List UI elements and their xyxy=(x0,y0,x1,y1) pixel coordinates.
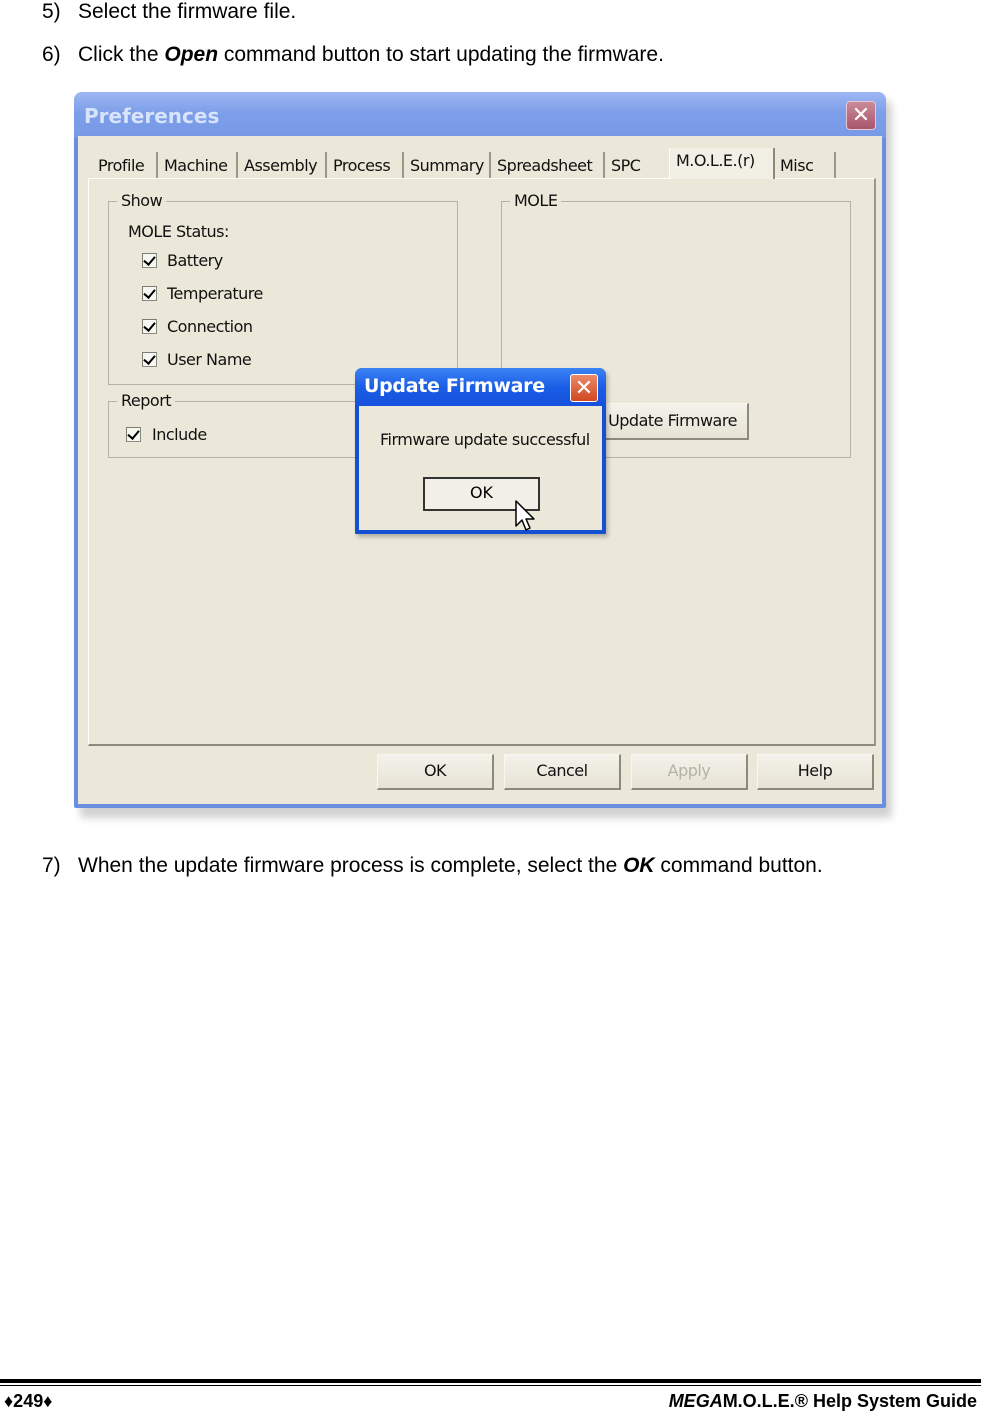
tab-mole[interactable]: M.O.L.E.(r) xyxy=(669,148,775,179)
tab-misc[interactable]: Misc xyxy=(774,152,836,178)
ok-button[interactable]: OK xyxy=(377,754,494,790)
battery-checkbox[interactable] xyxy=(142,253,157,268)
preferences-title: Preferences xyxy=(84,104,220,128)
connection-checkbox[interactable] xyxy=(142,319,157,334)
step-emphasis-open: Open xyxy=(164,43,219,66)
show-group: Show MOLE Status: Battery Temperature Co… xyxy=(108,191,458,385)
guide-title-rest: M.O.L.E.® Help System Guide xyxy=(722,1391,977,1411)
step-emphasis-ok: OK xyxy=(623,854,655,877)
step-text: Click the xyxy=(78,43,165,66)
connection-label[interactable]: Connection xyxy=(167,317,253,336)
include-checkbox[interactable] xyxy=(126,427,141,442)
step-text: Select the firmware file. xyxy=(78,0,297,23)
screenshot-figure: Preferences ✕ Profile Machine Assembly P… xyxy=(74,92,892,818)
step-5: 5) Select the firmware file. xyxy=(42,0,296,24)
step-text-after: command button to start updating the fir… xyxy=(218,43,664,66)
page-number: ♦249♦ xyxy=(4,1391,53,1411)
step-7: 7) When the update firmware process is co… xyxy=(42,854,823,878)
mole-group-label: MOLE xyxy=(510,191,562,210)
dialog-titlebar[interactable]: Update Firmware ✕ xyxy=(355,368,606,406)
step-6: 6) Click the Open command button to start… xyxy=(42,43,664,67)
report-group-label: Report xyxy=(117,391,176,410)
guide-title: MEGAM.O.L.E.® Help System Guide xyxy=(669,1391,977,1412)
step-number: 6) xyxy=(42,43,61,66)
user-name-label[interactable]: User Name xyxy=(167,350,252,369)
footer-rule-thick xyxy=(0,1379,981,1383)
show-group-label: Show xyxy=(117,191,167,210)
tab-assembly[interactable]: Assembly xyxy=(238,152,327,178)
help-button[interactable]: Help xyxy=(757,754,874,790)
temperature-checkbox[interactable] xyxy=(142,286,157,301)
mouse-pointer-icon xyxy=(515,500,535,531)
battery-label[interactable]: Battery xyxy=(167,251,223,270)
close-icon[interactable]: ✕ xyxy=(570,374,598,402)
include-label[interactable]: Include xyxy=(152,425,207,444)
mole-status-label: MOLE Status: xyxy=(128,222,229,241)
temperature-label[interactable]: Temperature xyxy=(167,284,263,303)
footer-rule-thin xyxy=(0,1385,981,1386)
tab-machine[interactable]: Machine xyxy=(158,152,238,178)
apply-button[interactable]: Apply xyxy=(631,754,748,790)
tab-summary[interactable]: Summary xyxy=(404,152,491,178)
cancel-button[interactable]: Cancel xyxy=(504,754,621,790)
update-firmware-dialog: Update Firmware ✕ Firmware update succes… xyxy=(355,368,606,534)
tab-profile[interactable]: Profile xyxy=(92,152,158,178)
preferences-titlebar[interactable]: Preferences ✕ xyxy=(74,92,886,138)
tab-spreadsheet[interactable]: Spreadsheet xyxy=(491,152,605,178)
step-number: 7) xyxy=(42,854,61,877)
tab-process[interactable]: Process xyxy=(327,152,404,178)
guide-title-italic: MEGA xyxy=(668,1391,723,1411)
dialog-message: Firmware update successful xyxy=(380,430,590,449)
step-number: 5) xyxy=(42,0,61,23)
dialog-body: Firmware update successful OK xyxy=(359,406,602,530)
step-text: When the update firmware process is comp… xyxy=(78,854,624,877)
update-firmware-button[interactable]: Update Firmware xyxy=(597,403,749,440)
step-text-after: command button. xyxy=(654,854,823,877)
dialog-title: Update Firmware xyxy=(364,375,545,397)
close-icon[interactable]: ✕ xyxy=(846,101,876,130)
tab-spc[interactable]: SPC xyxy=(605,152,668,178)
user-name-checkbox[interactable] xyxy=(142,352,157,367)
